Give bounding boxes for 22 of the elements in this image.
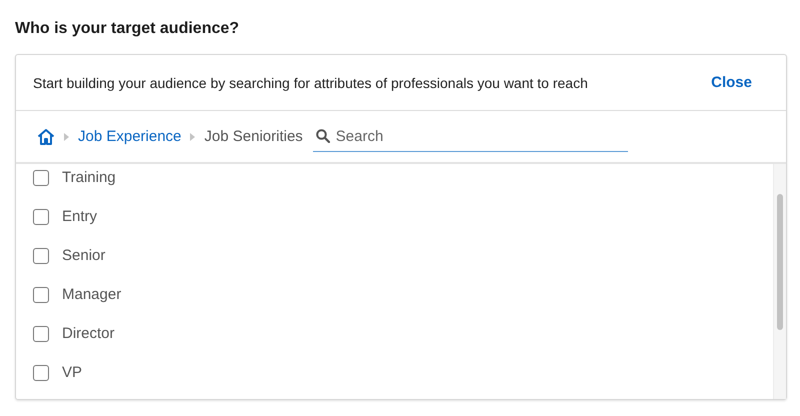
search-icon [316, 129, 330, 143]
option-label: VP [62, 364, 82, 381]
close-link[interactable]: Close [711, 74, 752, 91]
page-heading: Who is your target audience? [15, 19, 240, 39]
option-label: Senior [62, 247, 106, 264]
checkbox[interactable] [33, 286, 49, 302]
option-label: Director [62, 325, 115, 342]
checkbox[interactable] [33, 364, 49, 380]
breadcrumb-link[interactable]: Job Experience [78, 128, 182, 145]
breadcrumb-current: Job Seniorities [204, 128, 303, 145]
option-label: Training [62, 169, 116, 186]
chevron-icon [190, 132, 196, 140]
home-icon[interactable] [37, 128, 55, 146]
option-label: Entry [62, 208, 98, 225]
checkbox[interactable] [33, 208, 49, 224]
chevron-icon [64, 132, 69, 140]
checkbox[interactable] [33, 326, 49, 342]
option-label: Manager [62, 286, 122, 303]
checkbox[interactable] [33, 170, 49, 186]
intro-text: Start building your audience by searching for attributes of professionals you want to reach [33, 74, 588, 90]
checkbox[interactable] [33, 248, 49, 264]
scrollbar[interactable] [773, 164, 786, 399]
